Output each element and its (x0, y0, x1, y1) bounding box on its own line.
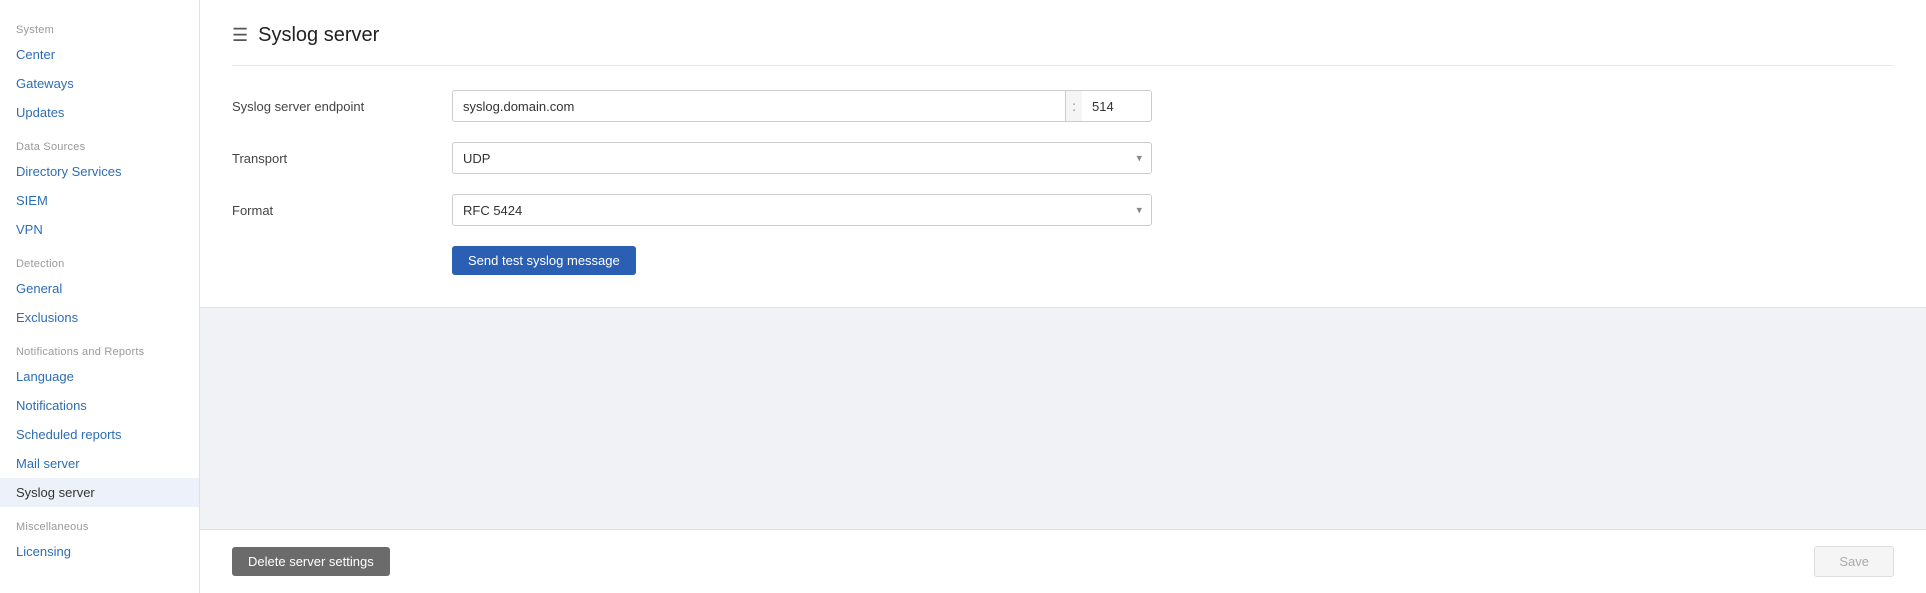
sidebar-section-detection: Detection (0, 244, 199, 274)
sidebar-item-licensing[interactable]: Licensing (0, 537, 199, 566)
port-separator-icon: : (1066, 90, 1082, 122)
sidebar-item-scheduled-reports[interactable]: Scheduled reports (0, 420, 199, 449)
sidebar-item-notifications[interactable]: Notifications (0, 391, 199, 420)
delete-button[interactable]: Delete server settings (232, 547, 390, 576)
transport-select-wrapper: UDPTCPTLS ▾ (452, 142, 1152, 174)
format-label: Format (232, 203, 452, 218)
sidebar: SystemCenterGatewaysUpdatesData SourcesD… (0, 0, 200, 593)
sidebar-item-center[interactable]: Center (0, 40, 199, 69)
syslog-card: ☰ Syslog server Syslog server endpoint :… (200, 0, 1926, 308)
sidebar-section-system: System (0, 10, 199, 40)
format-select[interactable]: RFC 5424RFC 3164 (452, 194, 1152, 226)
format-row: Format RFC 5424RFC 3164 ▾ (232, 194, 1894, 226)
sidebar-item-mail-server[interactable]: Mail server (0, 449, 199, 478)
main-content: ☰ Syslog server Syslog server endpoint :… (200, 0, 1926, 593)
sidebar-item-siem[interactable]: SIEM (0, 186, 199, 215)
sidebar-item-directory-services[interactable]: Directory Services (0, 157, 199, 186)
page-title: Syslog server (258, 24, 379, 47)
content-area: ☰ Syslog server Syslog server endpoint :… (200, 0, 1926, 529)
endpoint-control-group: : (452, 90, 1152, 122)
port-input[interactable] (1082, 90, 1152, 122)
transport-label: Transport (232, 151, 452, 166)
bottom-actions: Delete server settings Save (200, 529, 1926, 593)
sidebar-item-general[interactable]: General (0, 274, 199, 303)
page-header: ☰ Syslog server (232, 24, 1894, 66)
save-button[interactable]: Save (1814, 546, 1894, 577)
transport-select[interactable]: UDPTCPTLS (452, 142, 1152, 174)
send-test-button[interactable]: Send test syslog message (452, 246, 636, 275)
sidebar-item-exclusions[interactable]: Exclusions (0, 303, 199, 332)
sidebar-item-vpn[interactable]: VPN (0, 215, 199, 244)
page-icon: ☰ (232, 25, 248, 46)
sidebar-section-miscellaneous: Miscellaneous (0, 507, 199, 537)
sidebar-item-language[interactable]: Language (0, 362, 199, 391)
endpoint-row: Syslog server endpoint : (232, 90, 1894, 122)
sidebar-item-gateways[interactable]: Gateways (0, 69, 199, 98)
sidebar-section-notifications-and-reports: Notifications and Reports (0, 332, 199, 362)
transport-row: Transport UDPTCPTLS ▾ (232, 142, 1894, 174)
sidebar-item-syslog-server[interactable]: Syslog server (0, 478, 199, 507)
endpoint-input[interactable] (452, 90, 1066, 122)
test-button-row: Send test syslog message (232, 246, 1894, 275)
format-select-wrapper: RFC 5424RFC 3164 ▾ (452, 194, 1152, 226)
sidebar-item-updates[interactable]: Updates (0, 98, 199, 127)
endpoint-label: Syslog server endpoint (232, 99, 452, 114)
sidebar-section-data-sources: Data Sources (0, 127, 199, 157)
